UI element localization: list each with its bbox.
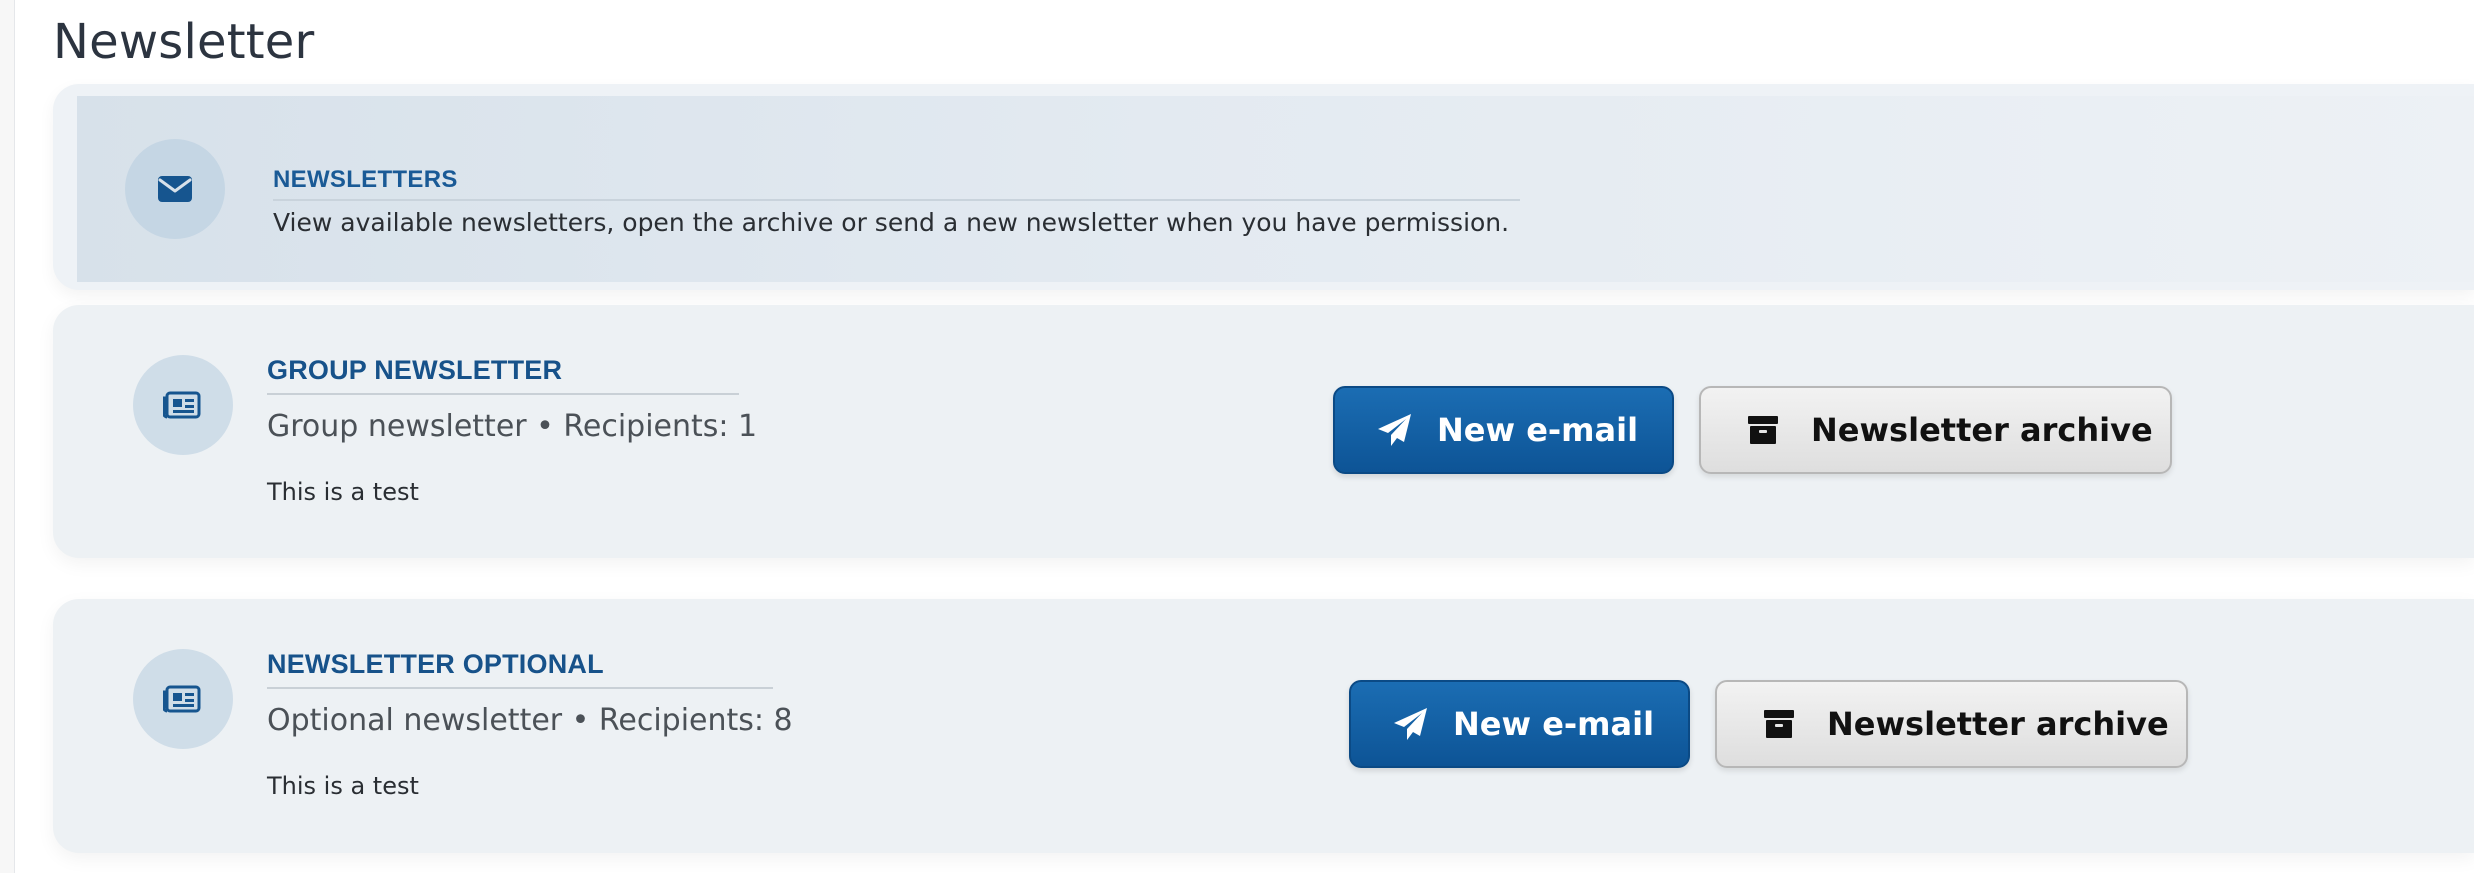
newsletter-card-group: GROUP NEWSLETTER Group newsletter • Reci… (53, 305, 2474, 558)
newsletter-title: GROUP NEWSLETTER (267, 355, 739, 395)
new-email-button[interactable]: New e-mail (1333, 386, 1674, 474)
paper-plane-icon (1391, 704, 1431, 744)
archive-box-icon (1743, 410, 1783, 450)
archive-box-icon (1759, 704, 1799, 744)
newspaper-icon (133, 649, 233, 749)
new-email-label: New e-mail (1453, 705, 1655, 743)
newsletter-description: This is a test (267, 772, 419, 800)
newsletter-archive-label: Newsletter archive (1811, 411, 2153, 449)
newsletters-heading: NEWSLETTERS (273, 166, 1520, 201)
newsletter-page: Newsletter NEWSLETTERS View available ne… (14, 0, 2474, 873)
newsletter-subtitle: Optional newsletter • Recipients: 8 (267, 703, 793, 738)
new-email-button[interactable]: New e-mail (1349, 680, 1690, 768)
newsletter-archive-button[interactable]: Newsletter archive (1715, 680, 2188, 768)
new-email-label: New e-mail (1437, 411, 1639, 449)
page-title: Newsletter (53, 14, 315, 70)
newsletter-archive-button[interactable]: Newsletter archive (1699, 386, 2172, 474)
paper-plane-icon (1375, 410, 1415, 450)
newsletters-intro-box: NEWSLETTERS View available newsletters, … (77, 96, 2474, 282)
newsletter-card-optional: NEWSLETTER OPTIONAL Optional newsletter … (53, 599, 2474, 853)
newsletter-subtitle: Group newsletter • Recipients: 1 (267, 409, 758, 444)
newspaper-icon (133, 355, 233, 455)
newsletters-description: View available newsletters, open the arc… (273, 208, 1510, 237)
newsletter-description: This is a test (267, 478, 419, 506)
newsletter-title: NEWSLETTER OPTIONAL (267, 649, 773, 689)
newsletter-archive-label: Newsletter archive (1827, 705, 2169, 743)
newsletters-intro-panel: NEWSLETTERS View available newsletters, … (53, 84, 2474, 290)
envelope-icon (125, 139, 225, 239)
